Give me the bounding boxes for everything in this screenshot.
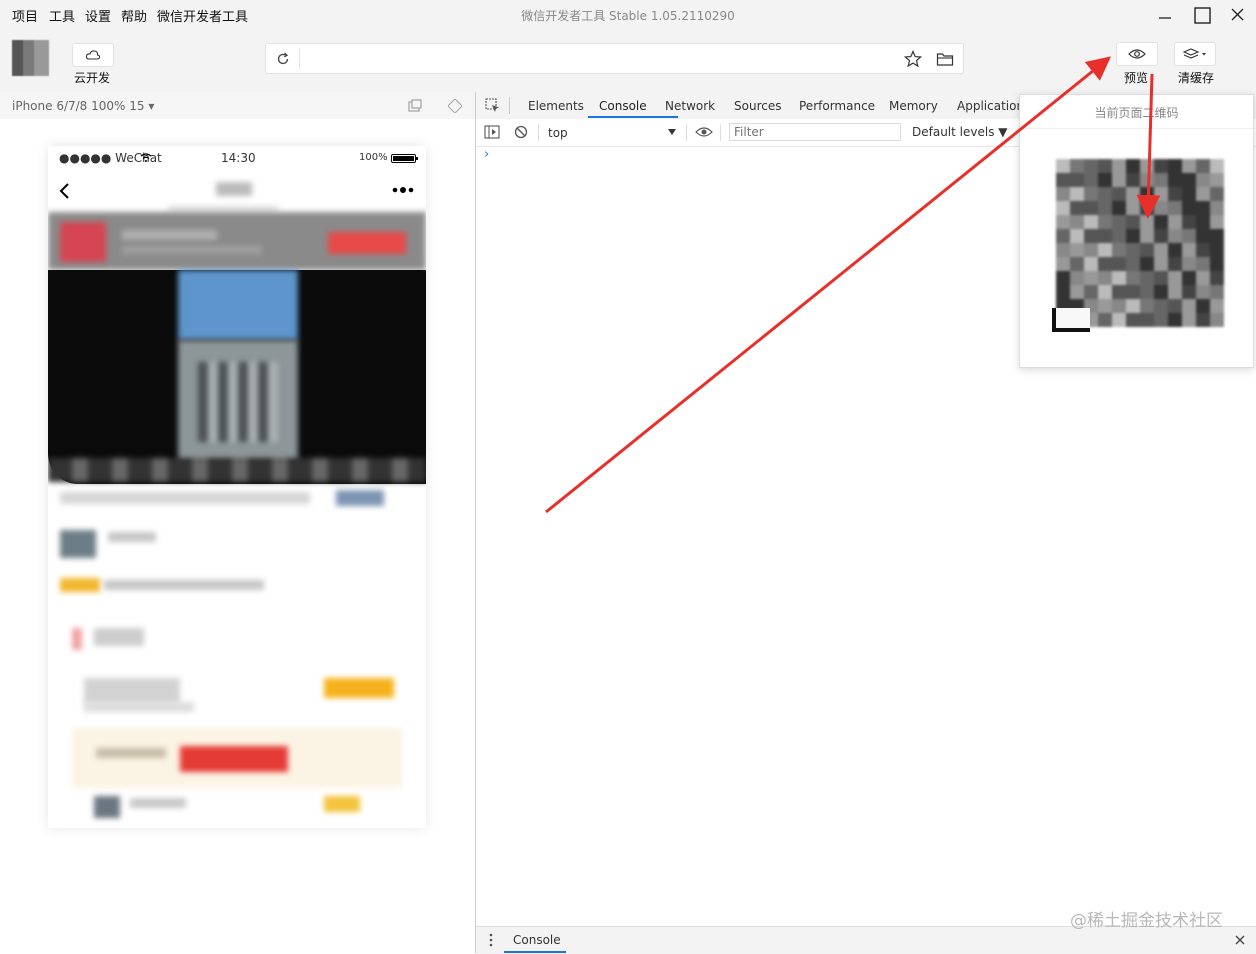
preview-button[interactable] bbox=[1116, 42, 1158, 66]
phone-simulator[interactable]: ●●●●● WeChat 14:30 100% bbox=[48, 146, 426, 828]
folder-icon[interactable] bbox=[936, 51, 954, 67]
battery-text: 100% bbox=[359, 152, 388, 163]
maximize-icon bbox=[1194, 7, 1211, 24]
tab-console[interactable]: Console bbox=[599, 99, 647, 113]
cloud-dev-button[interactable] bbox=[72, 43, 114, 67]
preview-label: 预览 bbox=[1124, 71, 1149, 85]
tab-elements[interactable]: Elements bbox=[528, 99, 584, 113]
context-dropdown-icon[interactable] bbox=[668, 129, 676, 135]
qr-popup-title: 当前页面二维码 bbox=[1094, 106, 1179, 120]
cloud-icon bbox=[85, 50, 101, 60]
url-bar[interactable] bbox=[265, 43, 964, 74]
context-select[interactable]: top bbox=[548, 126, 568, 140]
battery-icon bbox=[391, 154, 418, 163]
tab-memory[interactable]: Memory bbox=[889, 99, 938, 113]
avatar[interactable] bbox=[12, 40, 49, 76]
qr-code-image bbox=[1056, 159, 1224, 327]
qr-finder-pattern bbox=[1052, 308, 1090, 332]
maximize-button[interactable] bbox=[1189, 4, 1215, 26]
sidebar-toggle-icon[interactable] bbox=[484, 125, 500, 139]
nav-bar bbox=[48, 168, 426, 212]
star-icon[interactable] bbox=[904, 50, 922, 68]
more-icon[interactable] bbox=[392, 185, 416, 195]
logo-thumbnail bbox=[60, 222, 106, 262]
wifi-icon bbox=[140, 153, 152, 162]
qr-code-popup: 当前页面二维码 bbox=[1019, 94, 1254, 368]
device-select[interactable]: iPhone 6/7/8 100% 15 ▾ bbox=[12, 99, 154, 113]
rotate-icon[interactable] bbox=[448, 99, 462, 113]
title-bar: 项目 工具 设置 帮助 微信开发者工具 微信开发者工具 Stable 1.05.… bbox=[0, 0, 1256, 30]
action-button-blurred bbox=[328, 232, 406, 254]
tab-performance[interactable]: Performance bbox=[799, 99, 875, 113]
status-time: 14:30 bbox=[221, 151, 256, 165]
inspect-icon[interactable] bbox=[485, 98, 501, 114]
minimize-icon bbox=[1159, 17, 1171, 19]
console-prompt[interactable]: › bbox=[484, 147, 489, 162]
live-expression-eye-icon[interactable] bbox=[695, 126, 713, 138]
toolbar: 云开发 预览 清缓存 bbox=[0, 30, 1256, 92]
refresh-icon[interactable] bbox=[275, 51, 291, 67]
clear-cache-label: 清缓存 bbox=[1178, 71, 1215, 85]
cloud-dev-label: 云开发 bbox=[74, 71, 111, 85]
drawer-tab-console[interactable]: Console bbox=[513, 933, 561, 947]
page-title-blurred bbox=[216, 182, 252, 196]
clear-cache-button[interactable] bbox=[1174, 42, 1216, 66]
clear-console-icon[interactable] bbox=[514, 125, 528, 139]
layers-icon bbox=[1182, 48, 1206, 59]
minimize-button[interactable] bbox=[1152, 4, 1178, 26]
drawer-menu-icon[interactable] bbox=[489, 933, 493, 947]
window-title: 微信开发者工具 Stable 1.05.2110290 bbox=[521, 9, 735, 23]
active-tab-indicator bbox=[588, 116, 678, 118]
tab-network[interactable]: Network bbox=[665, 99, 715, 113]
window-icon[interactable] bbox=[408, 99, 422, 113]
tab-sources[interactable]: Sources bbox=[734, 99, 781, 113]
back-icon[interactable] bbox=[58, 182, 70, 200]
close-button[interactable] bbox=[1224, 4, 1250, 26]
drawer-close-icon[interactable] bbox=[1234, 934, 1246, 946]
eye-icon bbox=[1128, 49, 1146, 59]
panel-divider[interactable] bbox=[475, 92, 476, 953]
close-icon bbox=[1231, 8, 1244, 21]
tab-application[interactable]: Application bbox=[957, 99, 1024, 113]
simulator-header: iPhone 6/7/8 100% 15 ▾ bbox=[0, 92, 475, 119]
filter-input[interactable] bbox=[729, 123, 901, 141]
watermark: @稀土掘金技术社区 bbox=[1070, 911, 1223, 931]
status-bar: ●●●●● WeChat 14:30 100% bbox=[48, 146, 426, 168]
sky-image bbox=[178, 270, 298, 340]
red-button-blurred bbox=[180, 746, 288, 772]
log-levels-select[interactable]: Default levels ▼ bbox=[912, 125, 1008, 139]
